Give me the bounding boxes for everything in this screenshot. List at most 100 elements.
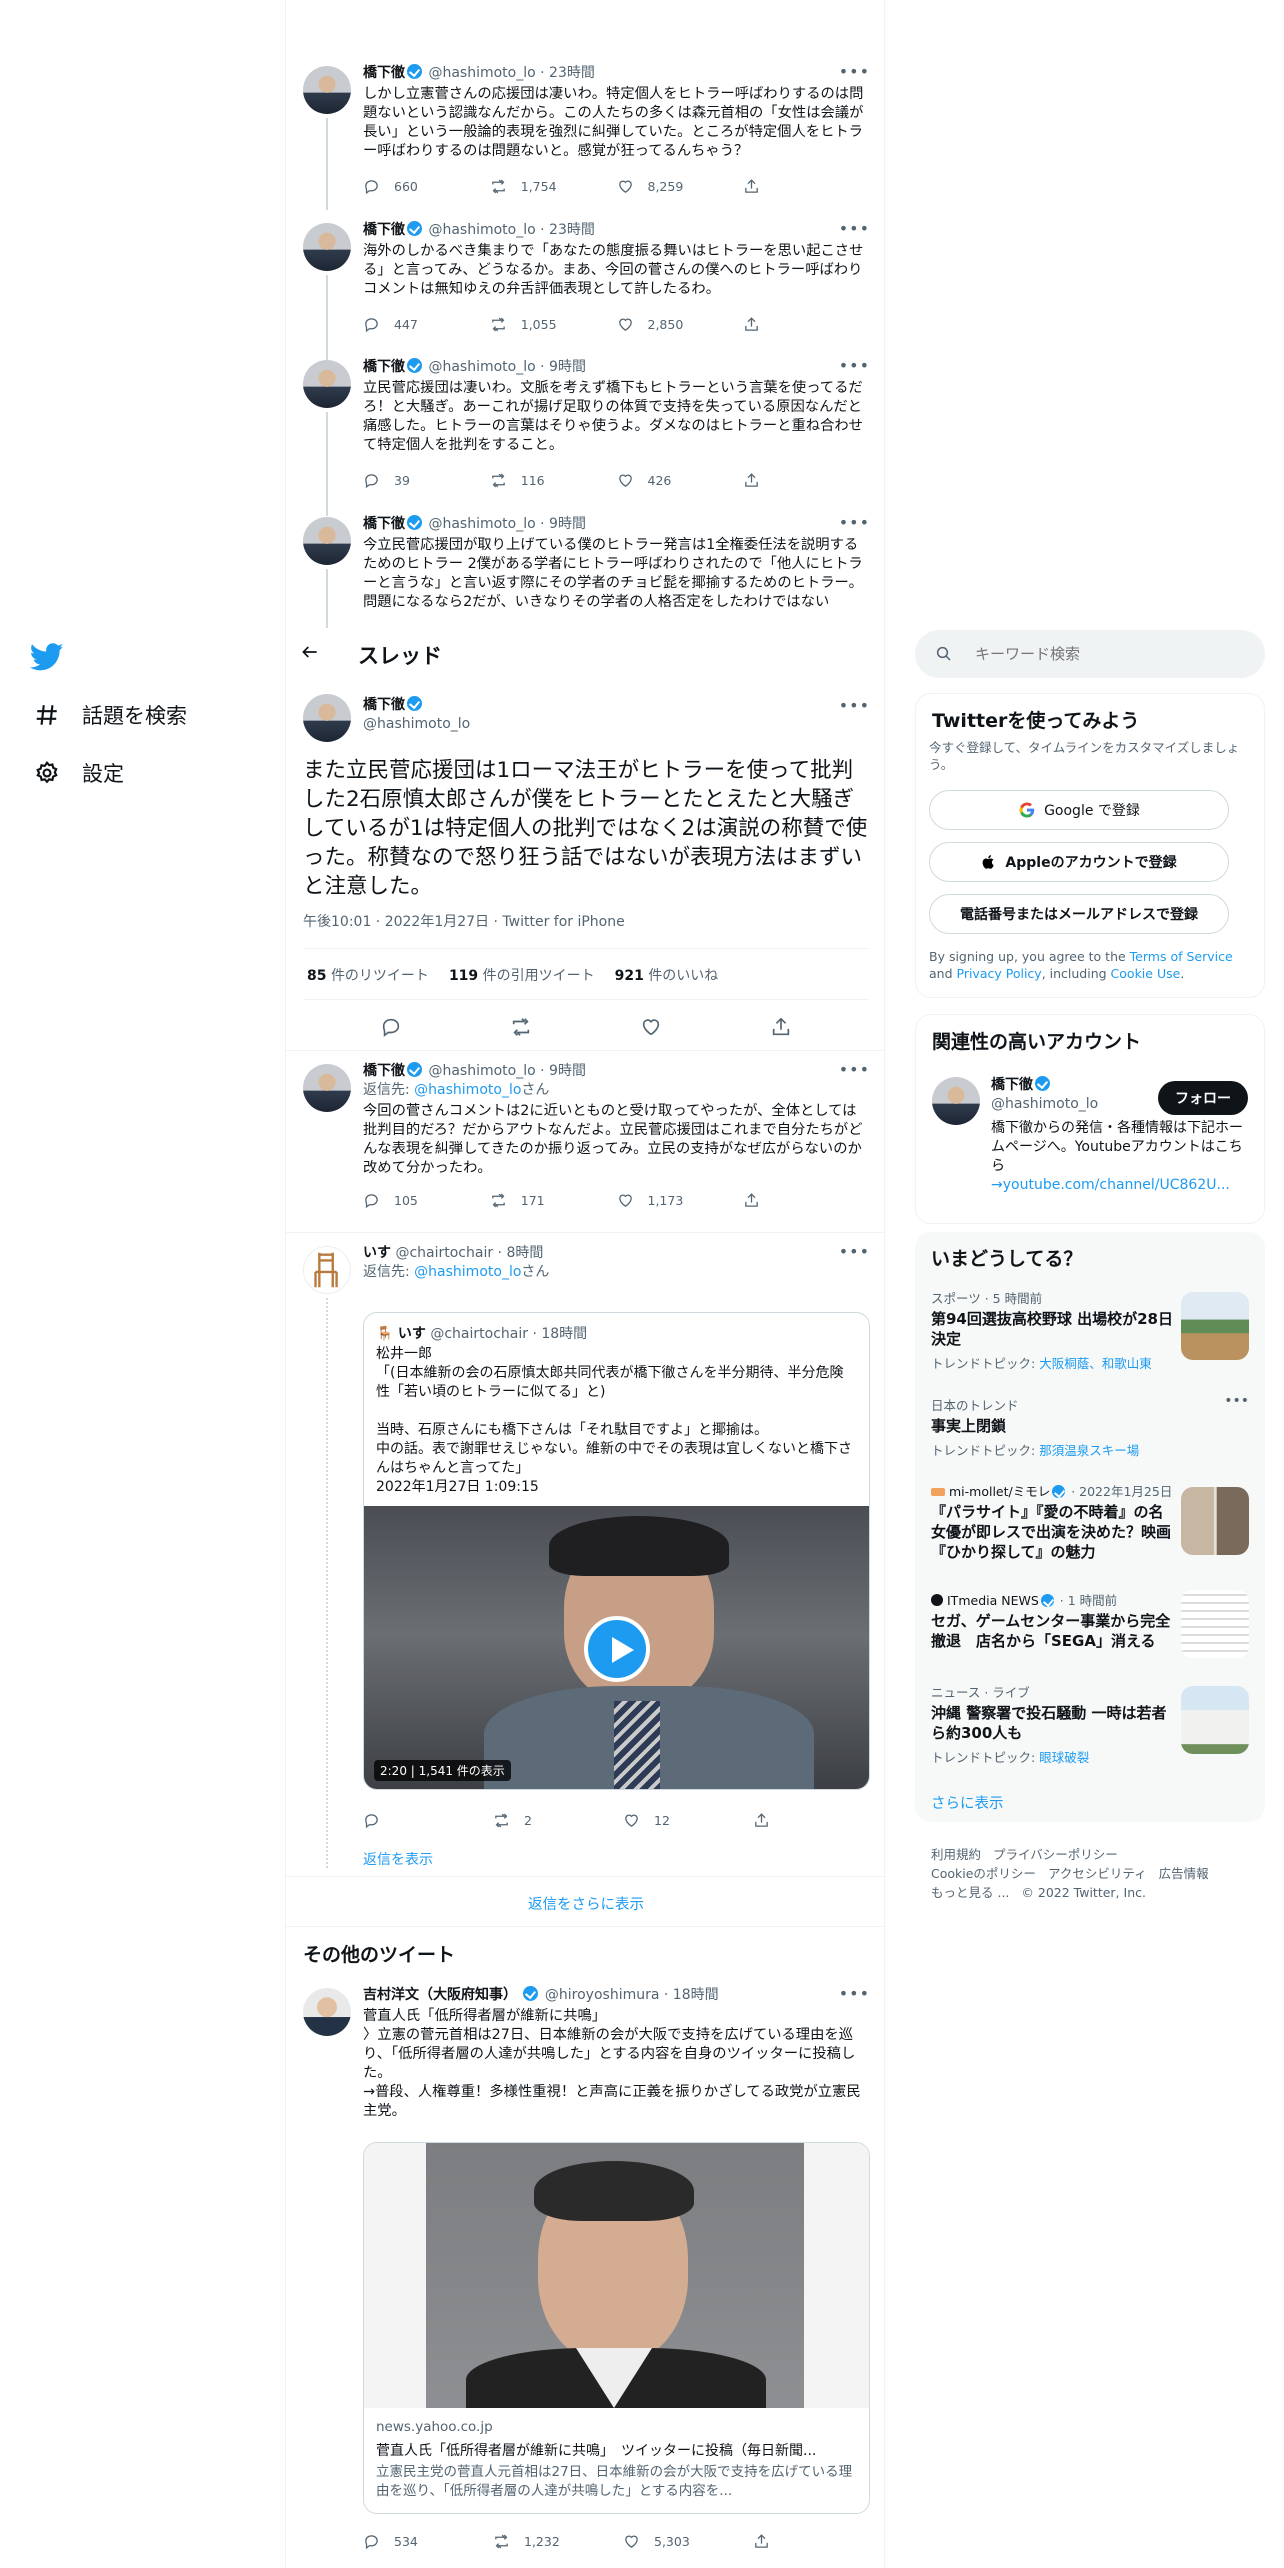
author-name[interactable]: 橋下徹 — [363, 1063, 405, 1079]
nav-explore[interactable]: 話題を検索 — [32, 700, 187, 730]
author-handle[interactable]: @hashimoto_lo — [428, 222, 535, 238]
back-arrow-icon[interactable] — [300, 642, 330, 667]
like-stat[interactable]: 921 件のいいね — [615, 965, 719, 985]
retweet-button[interactable]: 2 — [493, 1812, 623, 1829]
like-button[interactable]: 8,259 — [617, 178, 744, 195]
like-button[interactable]: 2,850 — [617, 316, 744, 333]
author-name[interactable]: いす — [363, 1245, 391, 1261]
tweet-time[interactable]: 9時間 — [549, 516, 586, 532]
thread-tweet[interactable]: 橋下徹 @hashimoto_lo · 23時間 ••• しかし立憲菅さんの応援… — [286, 62, 884, 210]
retweet-button[interactable]: 171 — [490, 1192, 617, 1209]
avatar[interactable] — [303, 694, 351, 742]
twitter-logo-icon[interactable] — [29, 640, 66, 676]
retweet-button[interactable]: 1,754 — [490, 178, 617, 195]
reply-button[interactable]: 105 — [363, 1192, 490, 1209]
show-replies-link[interactable]: 返信を表示 — [363, 1849, 433, 1869]
footer-link[interactable]: アクセシビリティ — [1048, 1866, 1147, 1881]
thread-tweet[interactable]: 橋下徹 @hashimoto_lo · 9時間 ••• 立民菅応援団は凄いわ。文… — [286, 356, 884, 516]
author-name[interactable]: 橋下徹 — [363, 359, 405, 375]
reply-tweet[interactable]: 橋下徹 @hashimoto_lo · 9時間 ••• 返信先: @hashim… — [286, 1060, 884, 1232]
author-handle[interactable]: @hashimoto_lo — [428, 65, 535, 81]
author-handle[interactable]: @hashimoto_lo — [428, 359, 535, 375]
tweet-time[interactable]: 23時間 — [549, 222, 595, 238]
retweet-button[interactable]: 1,232 — [493, 2533, 623, 2550]
play-button-icon[interactable] — [584, 1616, 650, 1682]
footer-link[interactable]: プライバシーポリシー — [993, 1847, 1118, 1862]
tweet-time[interactable]: 9時間 — [549, 359, 586, 375]
avatar[interactable] — [303, 66, 351, 114]
like-button[interactable]: 12 — [623, 1812, 753, 1829]
more-options-icon[interactable]: ••• — [839, 356, 870, 375]
more-options-icon[interactable]: ••• — [839, 515, 870, 532]
author-handle[interactable]: @hiroyoshimura — [545, 1987, 660, 2003]
tweet-time[interactable]: 9時間 — [549, 1063, 586, 1079]
like-button[interactable]: 426 — [617, 472, 744, 489]
reply-button[interactable]: 660 — [363, 178, 490, 195]
avatar[interactable] — [303, 1246, 351, 1294]
author-handle[interactable]: @chairtochair — [395, 1245, 493, 1261]
footer-link[interactable]: もっと見る ... — [931, 1885, 1009, 1900]
retweet-button[interactable]: 116 — [490, 472, 617, 489]
like-button[interactable]: 5,303 — [623, 2533, 753, 2550]
search-bar[interactable] — [915, 630, 1265, 678]
follow-button[interactable]: フォロー — [1158, 1081, 1248, 1115]
tweet-time[interactable]: 8時間 — [506, 1245, 543, 1261]
trend-item[interactable]: ITmedia NEWS · 1 時間前 セガ、ゲームセンター事業から完全撤退 … — [931, 1590, 1249, 1660]
apple-signup-button[interactable]: Appleのアカウントで登録 — [929, 842, 1229, 882]
share-button[interactable] — [743, 316, 870, 333]
author-handle[interactable]: @hashimoto_lo — [428, 516, 535, 532]
reply-button[interactable]: 39 — [363, 472, 490, 489]
other-tweet[interactable]: 吉村洋文（大阪府知事） @hiroyoshimura · 18時間 ••• 菅直… — [286, 1984, 884, 2568]
reply-to-mention[interactable]: @hashimoto_lo — [414, 1082, 521, 1098]
more-options-icon[interactable]: ••• — [839, 219, 870, 238]
quoted-tweet[interactable]: 🪑 いす @chairtochair · 18時間 松井一郎 「(日本維新の会の… — [363, 1312, 870, 1790]
footer-link[interactable]: 利用規約 — [931, 1847, 981, 1862]
trend-item[interactable]: 日本のトレンド 事実上閉鎖 トレンドトピック: 那須温泉スキー場 ••• — [931, 1393, 1249, 1458]
author-name[interactable]: 橋下徹 — [363, 697, 405, 713]
reply-button[interactable]: 447 — [363, 316, 490, 333]
google-signup-button[interactable]: Google で登録 — [929, 790, 1229, 830]
share-button[interactable] — [753, 2533, 883, 2550]
tweet-time[interactable]: 18時間 — [673, 1987, 719, 2003]
share-button[interactable] — [753, 1812, 883, 1829]
avatar[interactable] — [303, 517, 351, 565]
nav-settings[interactable]: 設定 — [32, 758, 124, 788]
trend-item[interactable]: ニュース · ライブ 沖縄 警察署で投石騒動 一時は若者ら約300人も トレンド… — [931, 1682, 1249, 1765]
footer-link[interactable]: Cookieのポリシー — [931, 1866, 1036, 1881]
avatar[interactable] — [303, 360, 351, 408]
quote-stat[interactable]: 119 件の引用ツイート — [449, 965, 595, 985]
share-button[interactable] — [743, 178, 870, 195]
trend-item[interactable]: スポーツ · 5 時間前 第94回選抜高校野球 出場校が28日決定 トレンドトピ… — [931, 1288, 1249, 1378]
author-handle[interactable]: @hashimoto_lo — [428, 1063, 535, 1079]
bio-link[interactable]: →youtube.com/channel/UC862U... — [991, 1176, 1250, 1195]
more-options-icon[interactable]: ••• — [839, 696, 870, 715]
retweet-stat[interactable]: 85 件のリツイート — [307, 965, 429, 985]
reply-button[interactable] — [363, 1812, 493, 1829]
thread-tweet[interactable]: 橋下徹 @hashimoto_lo · 23時間 ••• 海外のしかるべき集まり… — [286, 219, 884, 360]
terms-link[interactable]: Terms of Service — [1130, 949, 1233, 964]
cookie-link[interactable]: Cookie Use — [1111, 966, 1181, 981]
tweet-meta[interactable]: 午後10:01 · 2022年1月27日 · Twitter for iPhon… — [303, 911, 625, 931]
tweet-time[interactable]: 23時間 — [549, 65, 595, 81]
more-options-icon[interactable]: ••• — [839, 1060, 870, 1079]
avatar[interactable] — [303, 1988, 351, 2036]
more-options-icon[interactable]: ••• — [839, 1984, 870, 2003]
like-button[interactable]: 1,173 — [617, 1192, 744, 1209]
phone-signup-button[interactable]: 電話番号またはメールアドレスで登録 — [929, 894, 1229, 934]
share-button[interactable] — [743, 1192, 870, 1209]
reply-to-mention[interactable]: @hashimoto_lo — [414, 1264, 521, 1280]
reply-button[interactable]: 534 — [363, 2533, 493, 2550]
trend-sub-link[interactable]: 大阪桐蔭、和歌山東 — [1039, 1356, 1152, 1371]
show-more-replies[interactable]: 返信をさらに表示 — [286, 1893, 884, 1914]
thread-tweet[interactable]: 橋下徹 @hashimoto_lo · 9時間 ••• 今立民菅応援団が取り上げ… — [286, 515, 884, 628]
more-options-icon[interactable]: ••• — [1224, 1393, 1249, 1409]
trend-item[interactable]: mi-mollet/ミモレ · 2022年1月25日 『パラサイト』『愛の不時着… — [931, 1481, 1249, 1566]
retweet-button[interactable]: 1,055 — [490, 316, 617, 333]
share-button[interactable] — [743, 472, 870, 489]
video-player[interactable]: 2:20 | 1,541 件の表示 — [364, 1506, 869, 1789]
author-name[interactable]: 吉村洋文（大阪府知事） — [363, 1987, 517, 2003]
trends-show-more[interactable]: さらに表示 — [931, 1792, 1004, 1813]
footer-link[interactable]: 広告情報 — [1159, 1866, 1209, 1881]
avatar[interactable] — [303, 1064, 351, 1112]
author-name[interactable]: 橋下徹 — [363, 65, 405, 81]
